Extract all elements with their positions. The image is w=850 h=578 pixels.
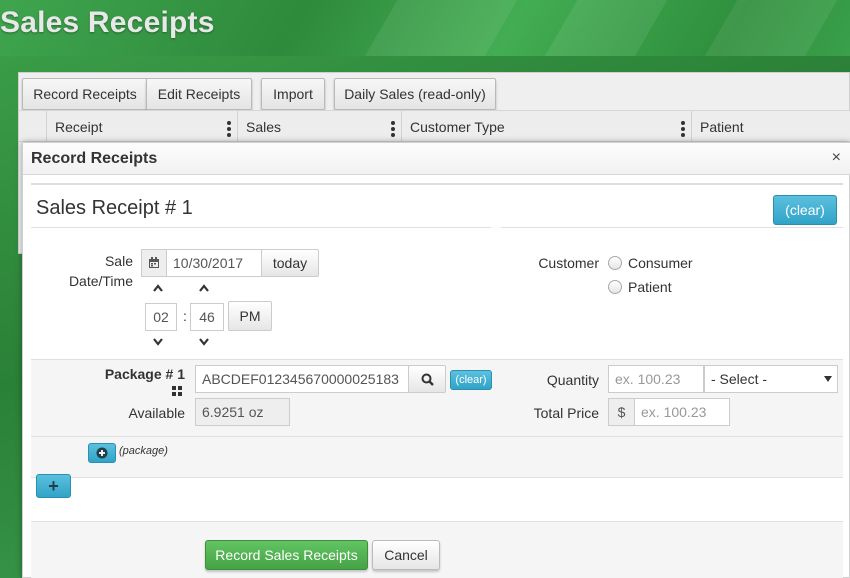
unit-select-value: - Select - [711,371,768,387]
column-patient[interactable]: Patient [691,111,850,143]
import-button[interactable]: Import [261,78,325,110]
column-sales[interactable]: Sales [237,111,401,143]
receipt-title: Sales Receipt # 1 [36,197,193,219]
dialog-footer: Record Sales Receipts Cancel [31,521,843,578]
chevron-up-icon[interactable] [199,284,209,292]
divider [31,183,843,185]
caret-down-icon [824,376,832,382]
plus-circle-icon[interactable] [88,443,116,463]
dialog-title: Record Receipts [31,150,158,167]
package-input[interactable]: ABCDEF012345670000025183 [195,365,409,393]
calendar-icon[interactable] [141,249,167,277]
currency-addon: $ [608,398,635,426]
divider [31,436,843,437]
column-patient-label: Patient [700,119,744,135]
consumer-radio[interactable] [608,256,622,270]
column-customer-type-label: Customer Type [410,119,505,135]
kebab-menu-icon[interactable] [227,121,231,139]
package-label: Package # 1 [104,366,185,382]
dialog-header: Record Receipts × [23,143,850,175]
sale-label: Sale [104,253,133,269]
search-icon[interactable] [408,365,446,393]
column-receipt-label: Receipt [55,119,103,135]
ampm-toggle-button[interactable]: PM [228,301,272,331]
column-customer-type[interactable]: Customer Type [401,111,691,143]
customer-label: Customer [538,255,599,271]
record-sales-receipts-button[interactable]: Record Sales Receipts [205,540,368,570]
record-receipts-dialog: Record Receipts × Sales Receipt # 1 (cle… [22,142,850,578]
edit-receipts-button[interactable]: Edit Receipts [146,78,252,110]
kebab-menu-icon[interactable] [681,121,685,139]
close-icon[interactable]: × [832,149,841,167]
time-separator: : [183,308,187,324]
plus-icon[interactable]: + [36,474,71,498]
page-title: Sales Receipts [0,6,215,39]
dialog-body: Sales Receipt # 1 (clear) Sale Date/Time… [31,183,843,578]
add-package-label[interactable]: (package) [119,445,168,457]
divider [31,477,843,478]
divider [31,227,491,228]
column-receipt[interactable]: Receipt [46,111,237,143]
hour-input[interactable]: 02 [145,303,177,331]
record-receipts-button[interactable]: Record Receipts [22,78,148,110]
today-button[interactable]: today [261,249,319,277]
date-time-label: Date/Time [68,273,133,289]
quantity-label: Quantity [546,372,599,388]
cancel-button[interactable]: Cancel [372,540,440,570]
daily-sales-button[interactable]: Daily Sales (read-only) [334,78,496,110]
total-price-input[interactable]: ex. 100.23 [634,398,730,426]
available-value: 6.9251 oz [195,398,290,426]
consumer-radio-label[interactable]: Consumer [628,255,693,271]
divider [501,227,843,228]
chevron-up-icon[interactable] [153,284,163,292]
patient-radio[interactable] [608,280,622,294]
unit-select[interactable]: - Select - [704,365,838,393]
package-section: Package # 1 ABCDEF012345670000025183 (cl… [31,359,843,477]
column-sales-label: Sales [246,119,282,135]
clear-receipt-button[interactable]: (clear) [773,195,837,225]
sale-date-input[interactable]: 10/30/2017 [166,249,262,277]
barcode-grid-icon [172,386,182,396]
total-price-label: Total Price [533,405,599,421]
chevron-down-icon[interactable] [153,338,163,346]
minute-input[interactable]: 46 [190,303,224,331]
kebab-menu-icon[interactable] [391,121,395,139]
chevron-down-icon[interactable] [199,338,209,346]
available-label: Available [128,405,185,421]
package-clear-button[interactable]: (clear) [450,370,492,390]
grid-header: Receipt Sales Customer Type Patient [19,110,850,143]
patient-radio-label[interactable]: Patient [628,279,672,295]
quantity-input[interactable]: ex. 100.23 [608,365,704,393]
